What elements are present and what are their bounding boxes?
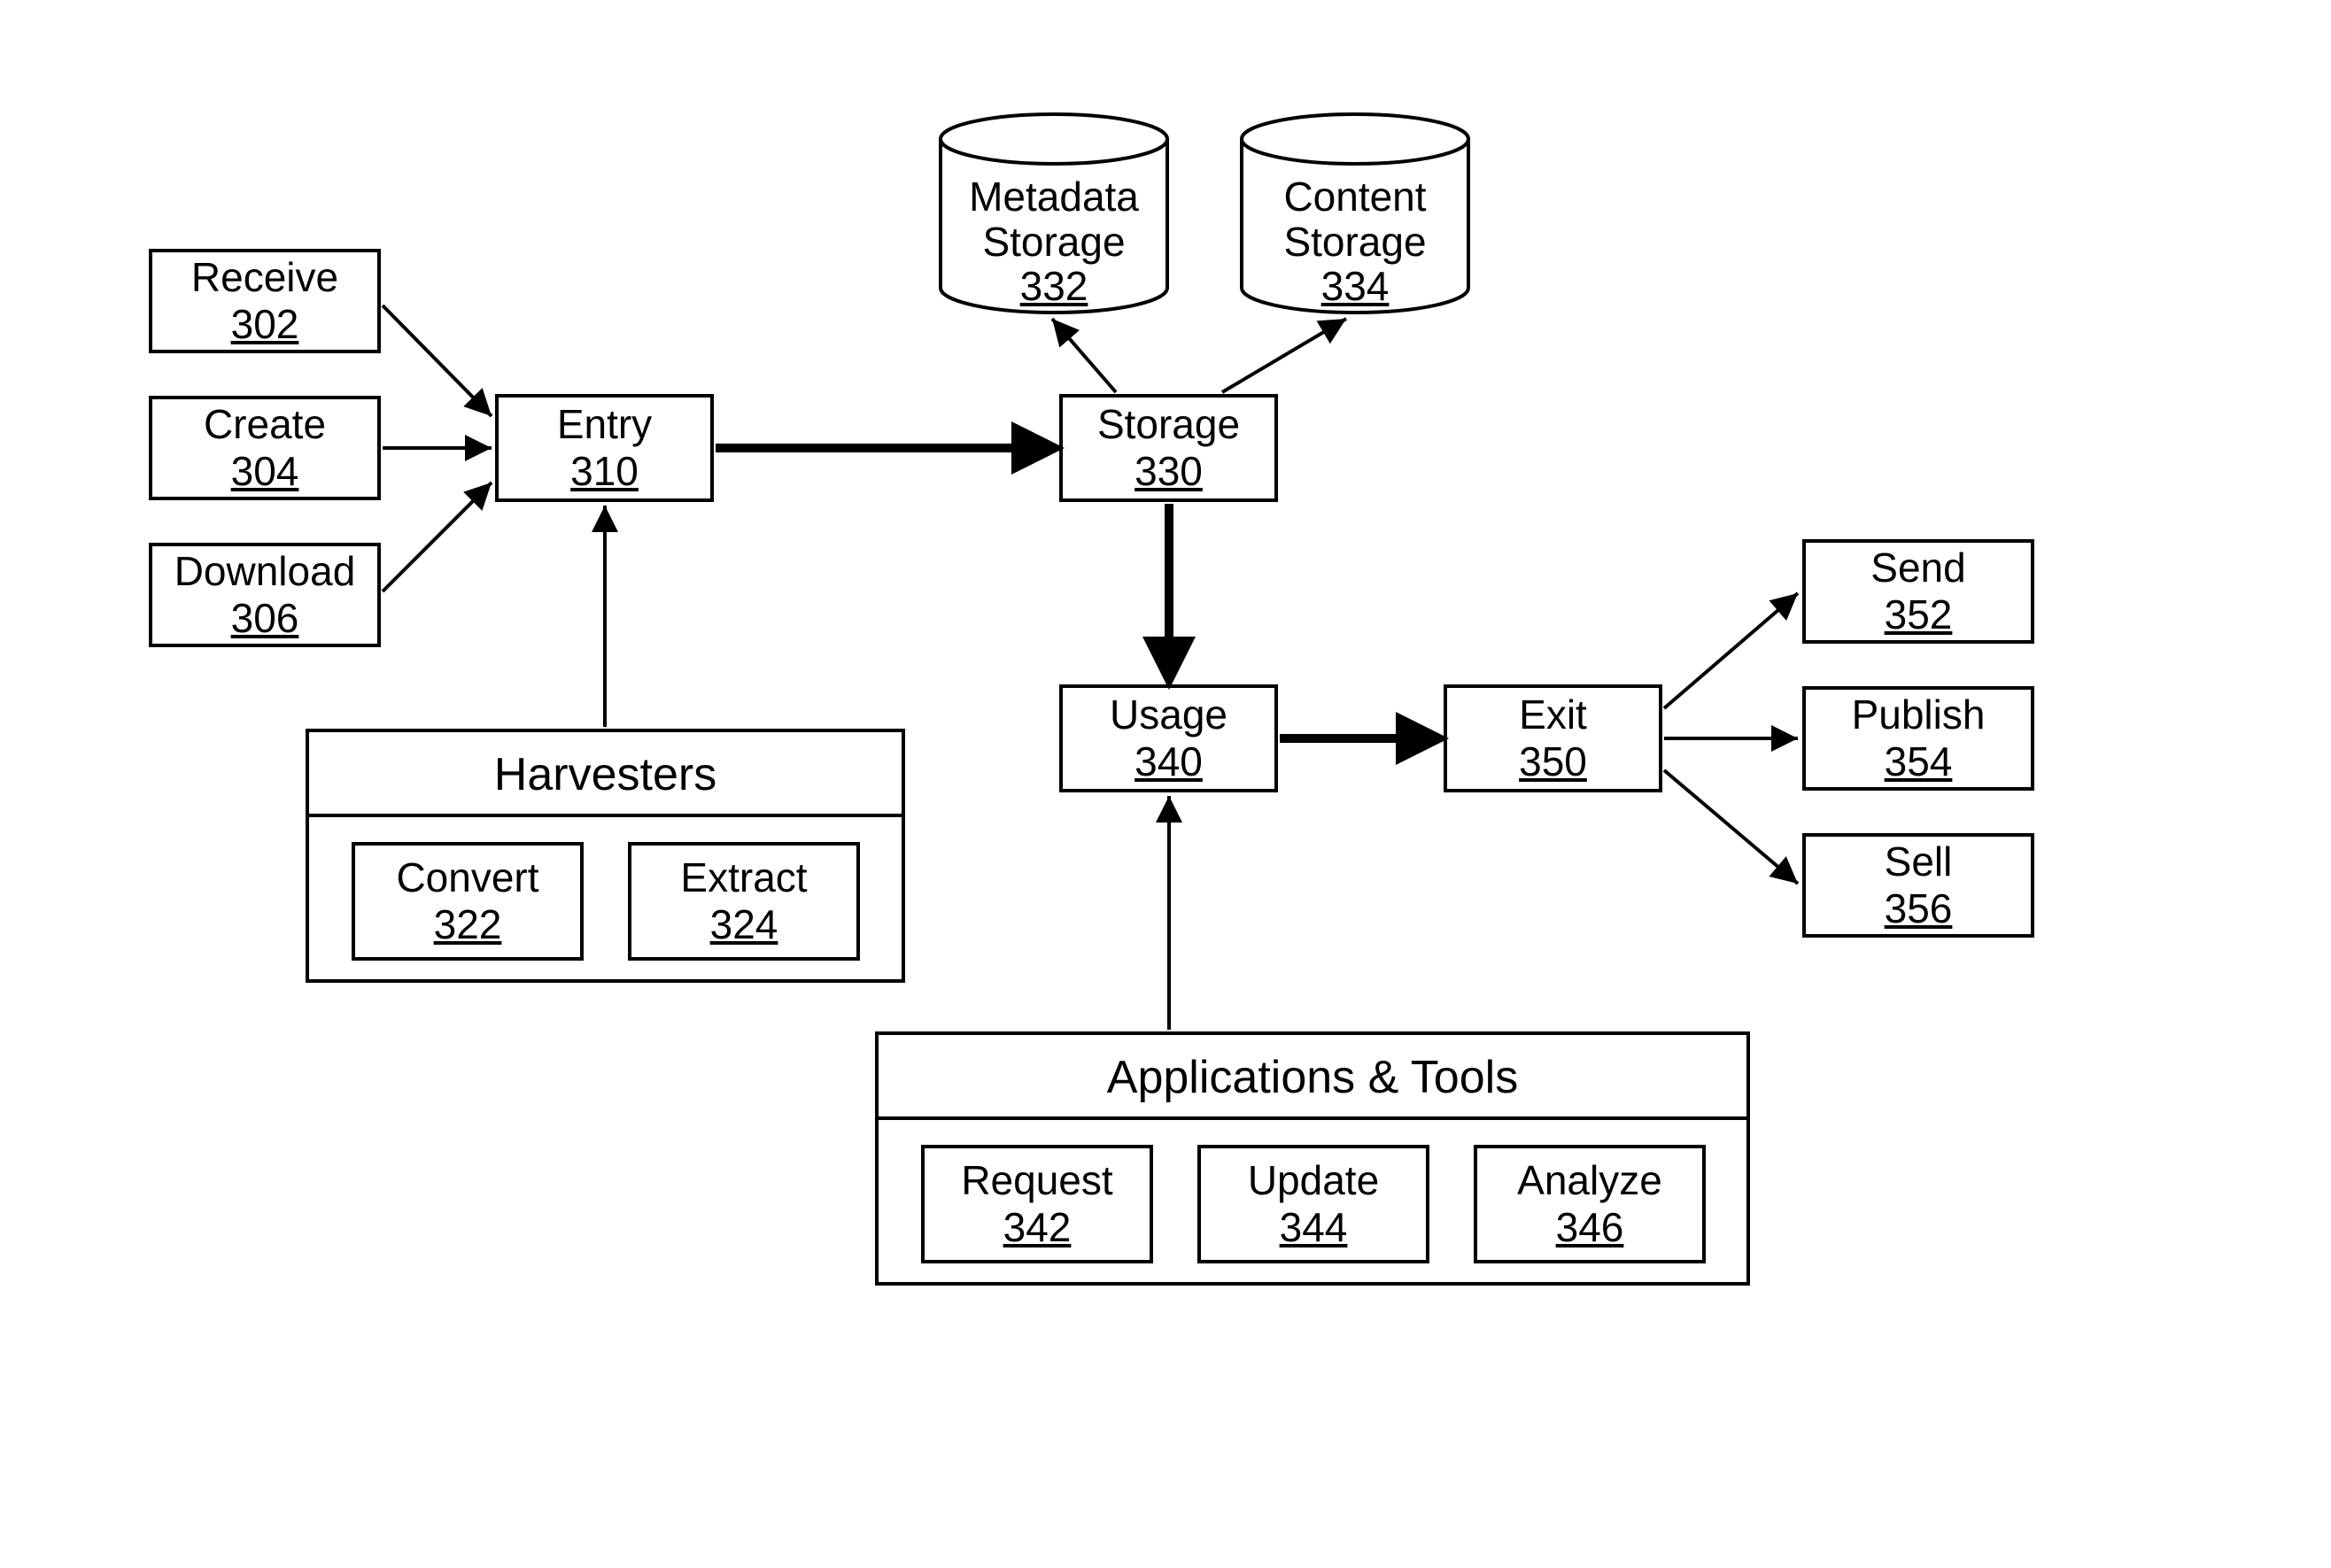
box-entry: Entry 310	[495, 394, 714, 502]
box-usage-num: 340	[1135, 738, 1203, 785]
box-storage-num: 330	[1135, 448, 1203, 495]
box-sell: Sell 356	[1802, 833, 2034, 938]
box-download: Download 306	[149, 543, 381, 647]
box-analyze-label: Analyze	[1517, 1157, 1662, 1204]
box-send: Send 352	[1802, 539, 2034, 644]
box-exit-num: 350	[1519, 738, 1587, 785]
box-analyze: Analyze 346	[1474, 1145, 1706, 1263]
box-usage-label: Usage	[1110, 691, 1227, 738]
box-entry-num: 310	[570, 448, 639, 495]
cylinder-content: Content Storage 334	[1235, 111, 1475, 319]
box-receive: Receive 302	[149, 249, 381, 353]
box-convert-num: 322	[434, 901, 502, 948]
cylinder-content-num: 334	[1235, 264, 1475, 309]
box-create-num: 304	[231, 448, 299, 495]
box-extract: Extract 324	[628, 842, 860, 961]
container-apps: Applications & Tools Request 342 Update …	[875, 1031, 1750, 1286]
box-extract-label: Extract	[680, 854, 807, 901]
container-harvesters-title: Harvesters	[309, 732, 902, 814]
box-publish: Publish 354	[1802, 686, 2034, 791]
box-publish-num: 354	[1885, 738, 1953, 785]
box-convert: Convert 322	[352, 842, 584, 961]
box-update: Update 344	[1197, 1145, 1429, 1263]
box-exit: Exit 350	[1444, 684, 1662, 792]
box-exit-label: Exit	[1519, 691, 1587, 738]
cylinder-content-l1: Content	[1235, 174, 1475, 220]
container-harvesters: Harvesters Convert 322 Extract 324	[306, 729, 905, 983]
box-extract-num: 324	[710, 901, 778, 948]
box-create: Create 304	[149, 396, 381, 500]
box-request: Request 342	[921, 1145, 1153, 1263]
box-analyze-num: 346	[1556, 1204, 1624, 1251]
cylinder-metadata: Metadata Storage 332	[934, 111, 1173, 319]
box-sell-label: Sell	[1885, 838, 1953, 885]
box-convert-label: Convert	[396, 854, 538, 901]
container-apps-title: Applications & Tools	[879, 1035, 1746, 1116]
box-download-num: 306	[231, 595, 299, 642]
cylinder-metadata-num: 332	[934, 264, 1173, 309]
box-request-num: 342	[1003, 1204, 1072, 1251]
box-publish-label: Publish	[1852, 691, 1986, 738]
box-storage: Storage 330	[1059, 394, 1278, 502]
diagram-canvas: Receive 302 Create 304 Download 306 Entr…	[0, 0, 2331, 1568]
box-send-label: Send	[1870, 545, 1965, 591]
box-receive-num: 302	[231, 301, 299, 348]
box-send-num: 352	[1885, 591, 1953, 638]
box-storage-label: Storage	[1097, 401, 1240, 448]
box-receive-label: Receive	[191, 254, 338, 301]
box-update-num: 344	[1280, 1204, 1348, 1251]
box-download-label: Download	[174, 548, 356, 595]
box-update-label: Update	[1248, 1157, 1379, 1204]
cylinder-metadata-l1: Metadata	[934, 174, 1173, 220]
box-entry-label: Entry	[557, 401, 652, 448]
cylinder-metadata-l2: Storage	[934, 220, 1173, 265]
box-sell-num: 356	[1885, 885, 1953, 932]
cylinder-content-l2: Storage	[1235, 220, 1475, 265]
box-request-label: Request	[961, 1157, 1112, 1204]
box-usage: Usage 340	[1059, 684, 1278, 792]
box-create-label: Create	[204, 401, 326, 448]
